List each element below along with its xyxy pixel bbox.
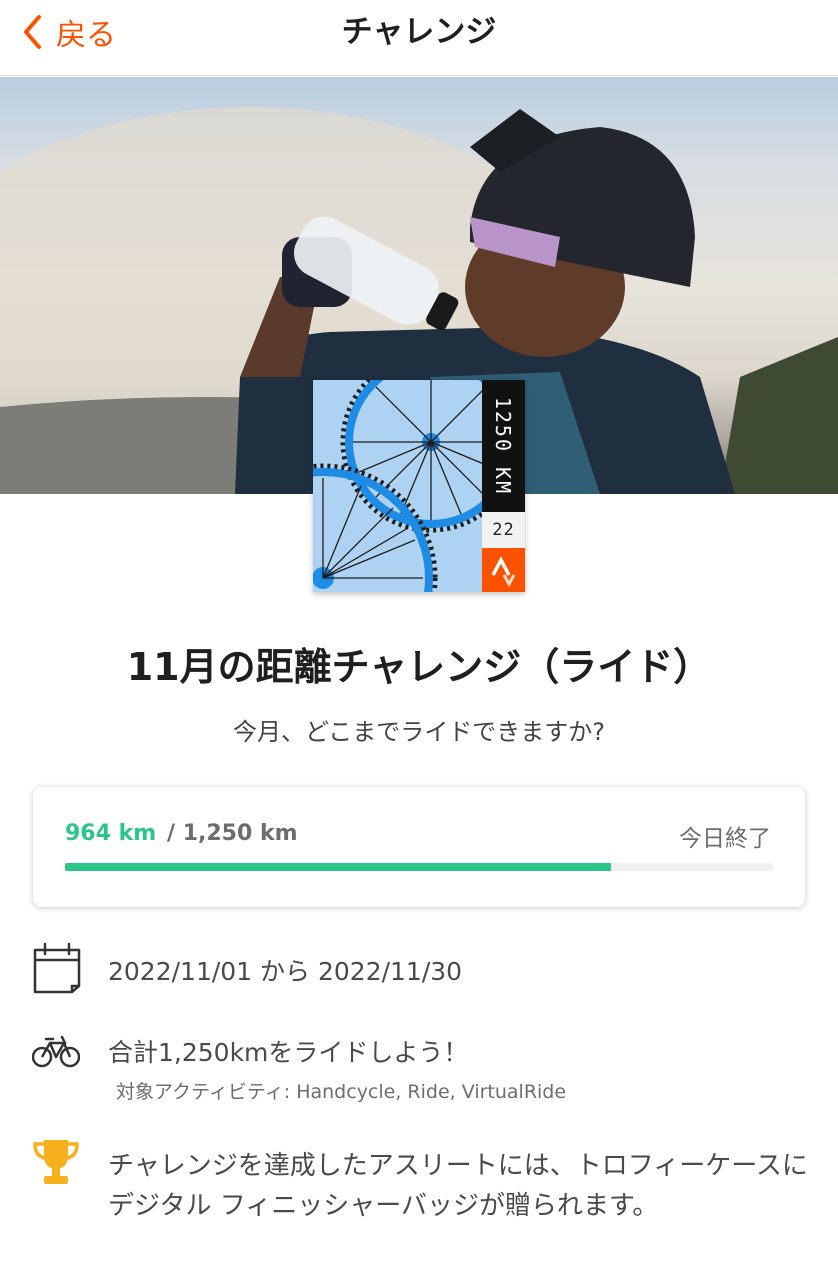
bicycle-icon (31, 1034, 81, 1072)
progress-card: 964 km / 1,250 km 今日終了 (33, 787, 805, 907)
strava-logo-icon (482, 548, 525, 592)
badge-distance-label: 1250 KM (491, 396, 516, 496)
page-title: チャレンジ (341, 14, 497, 50)
progress-bar-fill (65, 863, 611, 871)
eligible-activities: 対象アクティビティ: Handcycle, Ride, VirtualRide (116, 1081, 567, 1103)
trophy-icon (32, 1138, 80, 1192)
navigation-bar: 戻る チャレンジ (0, 0, 838, 76)
progress-goal-distance: / 1,250 km (167, 821, 298, 846)
challenge-title: 11月の距離チャレンジ（ライド） (126, 645, 712, 689)
reward-description: チャレンジを達成したアスリートには、トロフィーケースにデジタル フィニッシャーバ… (108, 1151, 808, 1221)
challenge-subtitle: 今月、どこまでライドできますか? (232, 718, 606, 746)
progress-current-distance: 964 km (65, 821, 157, 846)
progress-status: 今日終了 (679, 826, 771, 852)
badge-number: 22 (492, 520, 515, 540)
challenge-date-range: 2022/11/01 から 2022/11/30 (108, 957, 463, 986)
progress-bar (65, 863, 773, 871)
ride-goal: 合計1,250kmをライドしよう！ (108, 1038, 469, 1067)
calendar-icon (32, 942, 82, 998)
